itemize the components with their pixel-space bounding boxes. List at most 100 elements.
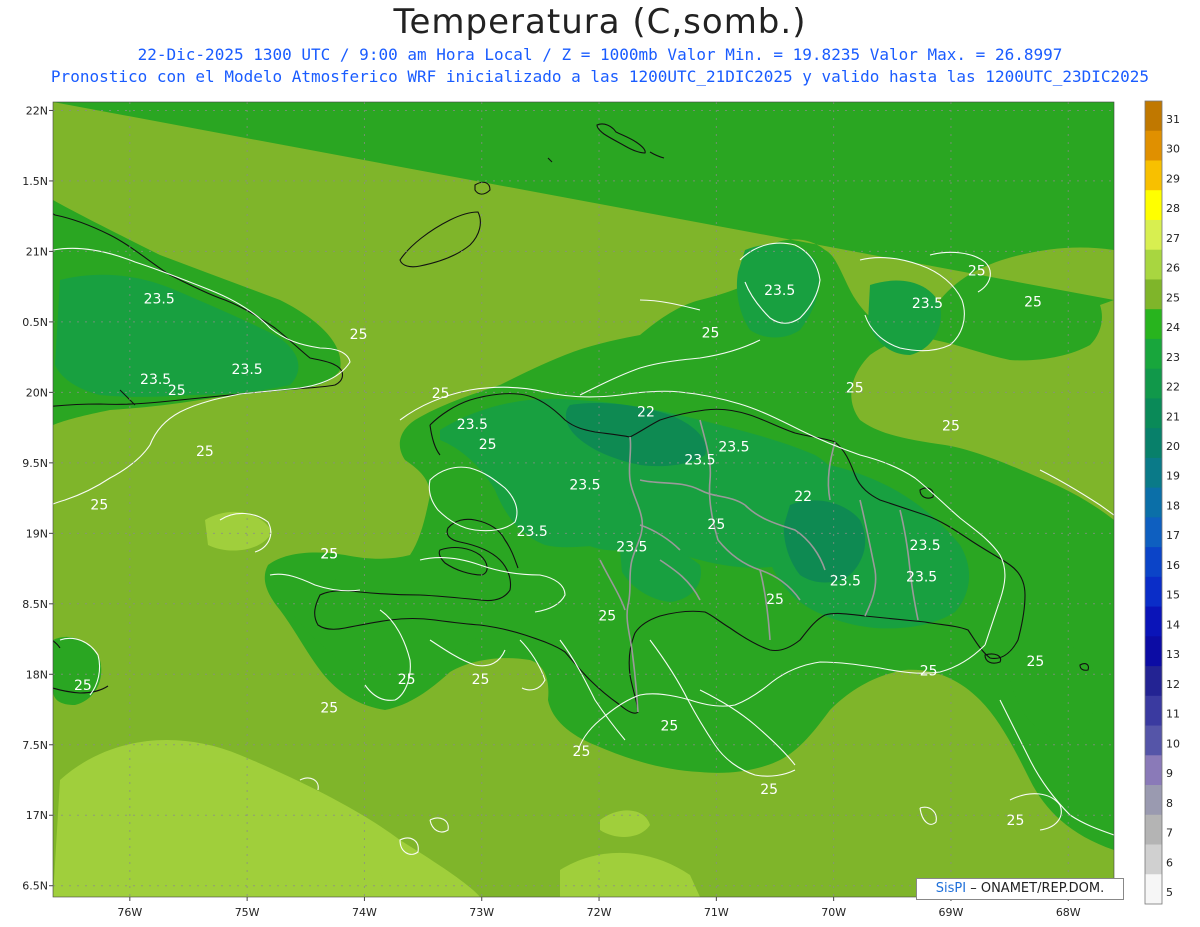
credit-brand: SisPI	[935, 881, 967, 896]
colorbar-label: 22	[1166, 381, 1180, 394]
lon-label: 74W	[352, 906, 377, 919]
contour-label: 23.5	[569, 478, 600, 494]
colorbar-swatch	[1145, 279, 1162, 310]
contour-label: 25	[472, 672, 490, 688]
lat-label: 19N	[26, 527, 48, 540]
lon-label: 73W	[469, 906, 494, 919]
lat-label: 7.5N	[22, 739, 48, 752]
contour-label: 25	[350, 327, 368, 343]
lon-label: 76W	[117, 906, 142, 919]
colorbar-label: 10	[1166, 737, 1180, 750]
colorbar-label: 8	[1166, 797, 1173, 810]
lat-label: 9.5N	[22, 457, 48, 470]
lon-label: 71W	[704, 906, 729, 919]
colorbar-swatch	[1145, 338, 1162, 370]
contour-label: 25	[661, 719, 679, 735]
colorbar-label: 18	[1166, 499, 1180, 512]
contour-label: 23.5	[140, 372, 171, 388]
contour-label: 25	[968, 263, 986, 279]
contour-label: 25	[1024, 294, 1042, 310]
contour-label: 25	[90, 497, 108, 513]
lon-label: 68W	[1056, 906, 1081, 919]
contour-label: 25	[760, 782, 778, 798]
colorbar-label: 6	[1166, 856, 1173, 869]
colorbar-swatch	[1145, 666, 1162, 697]
lat-label: 8.5N	[22, 598, 48, 611]
contour-label: 25	[398, 672, 416, 688]
colorbar-label: 17	[1166, 529, 1180, 542]
credit-box: SisPI – ONAMET/REP.DOM.	[916, 878, 1124, 900]
lat-label: 21N	[26, 245, 48, 258]
colorbar-label: 30	[1166, 143, 1180, 156]
colorbar-label: 24	[1166, 321, 1180, 334]
temperature-map: 23.523.52523.52525252523.5252223.523.525…	[22, 100, 1180, 919]
colorbar-label: 23	[1166, 351, 1180, 364]
contour-label: 23.5	[912, 296, 943, 312]
colorbar-swatch	[1145, 755, 1162, 786]
colorbar-swatch	[1145, 457, 1162, 489]
colorbar-label: 7	[1166, 827, 1173, 840]
lat-label: 22N	[26, 104, 48, 117]
contour-label: 25	[766, 592, 784, 608]
contour-label: 25	[598, 609, 616, 625]
credit-text: – ONAMET/REP.DOM.	[966, 881, 1105, 896]
colorbar-label: 15	[1166, 589, 1180, 602]
colorbar-swatch	[1145, 130, 1162, 161]
colorbar-label: 27	[1166, 232, 1180, 245]
contour-label: 23.5	[910, 538, 941, 554]
colorbar-swatch	[1145, 190, 1162, 221]
colorbar-swatch	[1145, 547, 1162, 578]
lat-label: 0.5N	[22, 316, 48, 329]
lon-label: 69W	[939, 906, 964, 919]
contour-label: 25	[168, 383, 186, 399]
contour-label: 25	[320, 700, 338, 716]
colorbar-swatch	[1145, 487, 1162, 518]
lat-label: 20N	[26, 386, 48, 399]
colorbar-swatch	[1145, 695, 1162, 727]
colorbar-label: 19	[1166, 470, 1180, 483]
colorbar-swatch	[1145, 249, 1162, 280]
contour-label: 25	[707, 517, 725, 533]
colorbar-label: 26	[1166, 262, 1180, 275]
contour-label: 23.5	[684, 452, 715, 468]
colorbar-swatch	[1145, 725, 1162, 756]
colorbar-label: 9	[1166, 767, 1173, 780]
lat-label: 6.5N	[22, 880, 48, 893]
contour-label: 25	[942, 418, 960, 434]
colorbar-label: 28	[1166, 202, 1180, 215]
contour-label: 23.5	[457, 417, 488, 433]
contour-label: 23.5	[906, 569, 937, 585]
colorbar-label: 31	[1166, 113, 1180, 126]
lat-label: 17N	[26, 809, 48, 822]
colorbar-label: 5	[1166, 886, 1173, 899]
colorbar-label: 11	[1166, 708, 1180, 721]
colorbar-swatch	[1145, 428, 1162, 459]
colorbar-label: 16	[1166, 559, 1180, 572]
colorbar-label: 29	[1166, 172, 1180, 185]
contour-label: 23.5	[616, 540, 647, 556]
contour-label: 23.5	[718, 440, 749, 456]
colorbar-swatch	[1145, 101, 1162, 132]
contour-label: 25	[920, 664, 938, 680]
contour-label: 25	[702, 325, 720, 341]
contour-label: 25	[573, 744, 591, 760]
contour-label: 23.5	[144, 292, 175, 308]
contour-label: 25	[1026, 654, 1044, 670]
colorbar-label: 20	[1166, 440, 1180, 453]
contour-label: 25	[479, 437, 497, 453]
contour-label: 25	[320, 547, 338, 563]
colorbar-swatch	[1145, 844, 1162, 875]
colorbar-swatch	[1145, 785, 1162, 816]
colorbar-swatch	[1145, 160, 1162, 191]
colorbar-label: 12	[1166, 678, 1180, 691]
contour-label: 25	[1007, 813, 1025, 829]
colorbar-swatch	[1145, 517, 1162, 548]
lat-label: 18N	[26, 668, 48, 681]
contour-label: 22	[794, 489, 812, 505]
contour-label: 23.5	[232, 362, 263, 378]
contour-label: 25	[74, 678, 92, 694]
colorbar-swatch	[1145, 874, 1162, 905]
colorbar-swatch	[1145, 636, 1162, 667]
contour-label: 25	[432, 386, 450, 402]
colorbar-swatch	[1145, 219, 1162, 251]
